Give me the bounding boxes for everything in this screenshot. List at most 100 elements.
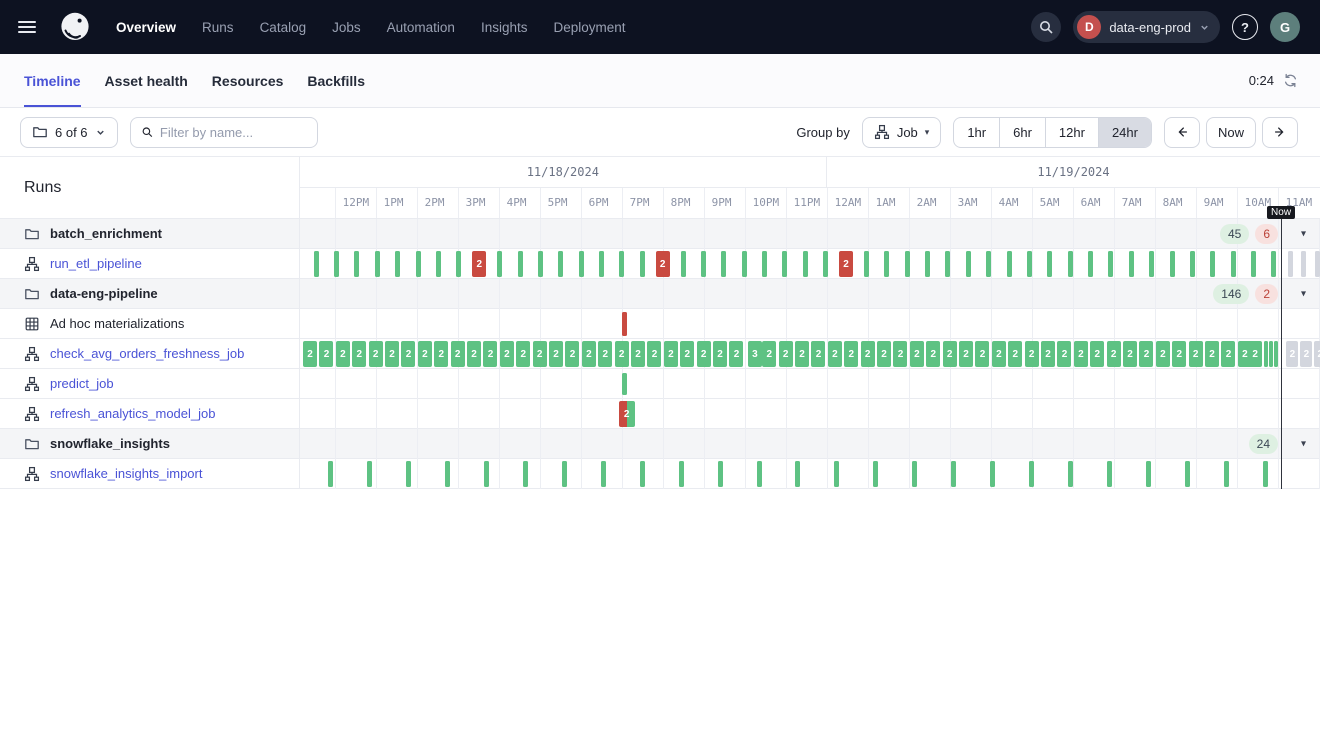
nav-item-runs[interactable]: Runs xyxy=(202,20,234,35)
menu-icon[interactable] xyxy=(18,17,44,37)
job-name-link[interactable]: predict_job xyxy=(50,376,114,391)
page-right-button[interactable] xyxy=(1262,117,1298,148)
range-6hr[interactable]: 6hr xyxy=(999,118,1045,147)
run-bar-success[interactable]: 2 xyxy=(647,341,661,367)
job-name-link[interactable]: refresh_analytics_model_job xyxy=(50,406,215,421)
run-bar-success[interactable] xyxy=(1170,251,1175,277)
run-bar-success[interactable] xyxy=(986,251,991,277)
run-bar-success[interactable] xyxy=(1108,251,1113,277)
run-bar-success[interactable] xyxy=(1264,341,1268,367)
run-bar-success[interactable]: 2 xyxy=(369,341,383,367)
run-bar-mixed[interactable]: 2 xyxy=(619,401,635,427)
run-bar-success[interactable] xyxy=(406,461,411,487)
run-bar-success[interactable] xyxy=(601,461,606,487)
run-bar-success[interactable] xyxy=(1269,341,1273,367)
run-bar-success[interactable]: 2 xyxy=(811,341,825,367)
tab-asset-health[interactable]: Asset health xyxy=(105,54,188,107)
run-bar-success[interactable]: 2 xyxy=(451,341,465,367)
run-bar-success[interactable]: 2 xyxy=(434,341,448,367)
run-bar-success[interactable]: 2 xyxy=(1172,341,1186,367)
run-bar-success[interactable]: 2 xyxy=(533,341,547,367)
run-bar-scheduled[interactable] xyxy=(1301,251,1306,277)
nav-item-catalog[interactable]: Catalog xyxy=(260,20,307,35)
run-bar-success[interactable] xyxy=(742,251,747,277)
run-bar-success[interactable]: 2 xyxy=(516,341,530,367)
workspace-switcher[interactable]: D data-eng-prod xyxy=(1073,11,1220,43)
run-bar-success[interactable] xyxy=(762,251,767,277)
run-bar-success[interactable] xyxy=(619,251,624,277)
run-bar-success[interactable]: 2 xyxy=(680,341,694,367)
run-bar-success[interactable] xyxy=(679,461,684,487)
nav-item-automation[interactable]: Automation xyxy=(387,20,455,35)
run-bar-success[interactable] xyxy=(1251,251,1256,277)
run-bar-success[interactable] xyxy=(1224,461,1229,487)
run-bar-failure[interactable]: 2 xyxy=(839,251,853,277)
run-bar-success[interactable]: 2 xyxy=(1090,341,1104,367)
run-bar-success[interactable] xyxy=(445,461,450,487)
run-bar-success[interactable] xyxy=(314,251,319,277)
run-bar-success[interactable] xyxy=(436,251,441,277)
tab-backfills[interactable]: Backfills xyxy=(307,54,365,107)
run-bar-success[interactable]: 2 xyxy=(1107,341,1121,367)
run-bar-scheduled[interactable] xyxy=(1315,251,1320,277)
run-bar-success[interactable]: 2 xyxy=(844,341,858,367)
run-bar-success[interactable]: 2 xyxy=(795,341,809,367)
tab-resources[interactable]: Resources xyxy=(212,54,284,107)
run-bar-success[interactable] xyxy=(864,251,869,277)
range-12hr[interactable]: 12hr xyxy=(1045,118,1098,147)
range-1hr[interactable]: 1hr xyxy=(954,118,999,147)
run-bar-success[interactable]: 2 xyxy=(418,341,432,367)
run-bar-success[interactable]: 2 xyxy=(959,341,973,367)
run-bar-success[interactable]: 2 xyxy=(1041,341,1055,367)
run-bar-success[interactable] xyxy=(884,251,889,277)
refresh-button[interactable] xyxy=(1281,71,1300,90)
run-bar-success[interactable]: 2 xyxy=(729,341,743,367)
run-bar-success[interactable]: 2 xyxy=(483,341,497,367)
run-bar-success[interactable]: 2 xyxy=(697,341,711,367)
run-bar-success[interactable] xyxy=(834,461,839,487)
run-bar-success[interactable] xyxy=(803,251,808,277)
run-bar-success[interactable] xyxy=(1210,251,1215,277)
run-bar-success[interactable] xyxy=(823,251,828,277)
run-bar-success[interactable] xyxy=(328,461,333,487)
run-bar-success[interactable] xyxy=(1129,251,1134,277)
run-bar-success[interactable]: 2 xyxy=(352,341,366,367)
run-bar-success[interactable]: 2 xyxy=(336,341,350,367)
run-bar-success[interactable] xyxy=(873,461,878,487)
run-bar-success[interactable] xyxy=(945,251,950,277)
run-bar-success[interactable]: 2 xyxy=(598,341,612,367)
run-bar-success[interactable]: 2 xyxy=(1057,341,1071,367)
run-bar-success[interactable] xyxy=(640,251,645,277)
run-bar-success[interactable]: 2 xyxy=(1248,341,1262,367)
now-button[interactable]: Now xyxy=(1206,117,1256,148)
dagster-logo[interactable] xyxy=(58,9,94,45)
run-bar-success[interactable] xyxy=(795,461,800,487)
run-bar-success[interactable]: 2 xyxy=(1205,341,1219,367)
run-bar-success[interactable] xyxy=(1068,251,1073,277)
repo-filter-button[interactable]: 6 of 6 xyxy=(20,117,118,148)
run-bar-success[interactable]: 2 xyxy=(385,341,399,367)
run-bar-success[interactable] xyxy=(484,461,489,487)
run-bar-success[interactable] xyxy=(1263,461,1268,487)
run-bar-success[interactable]: 2 xyxy=(1156,341,1170,367)
run-bar-success[interactable]: 2 xyxy=(1221,341,1235,367)
filter-name-input[interactable] xyxy=(160,125,307,140)
run-bar-scheduled[interactable] xyxy=(1288,251,1293,277)
run-bar-success[interactable] xyxy=(1185,461,1190,487)
run-bar-success[interactable] xyxy=(599,251,604,277)
job-name-link[interactable]: run_etl_pipeline xyxy=(50,256,142,271)
run-bar-failure[interactable] xyxy=(622,312,627,336)
nav-item-overview[interactable]: Overview xyxy=(116,20,176,35)
run-bar-success[interactable]: 2 xyxy=(828,341,842,367)
run-bar-success[interactable] xyxy=(640,461,645,487)
run-bar-success[interactable] xyxy=(990,461,995,487)
run-bar-success[interactable] xyxy=(718,461,723,487)
run-bar-success[interactable] xyxy=(925,251,930,277)
run-bar-success[interactable]: 2 xyxy=(779,341,793,367)
run-bar-success[interactable] xyxy=(951,461,956,487)
run-bar-success[interactable] xyxy=(681,251,686,277)
run-bar-failure[interactable]: 2 xyxy=(656,251,670,277)
run-bar-success[interactable]: 3 xyxy=(748,341,762,367)
run-bar-scheduled[interactable]: 2 xyxy=(1300,341,1312,367)
run-bar-success[interactable]: 2 xyxy=(1189,341,1203,367)
